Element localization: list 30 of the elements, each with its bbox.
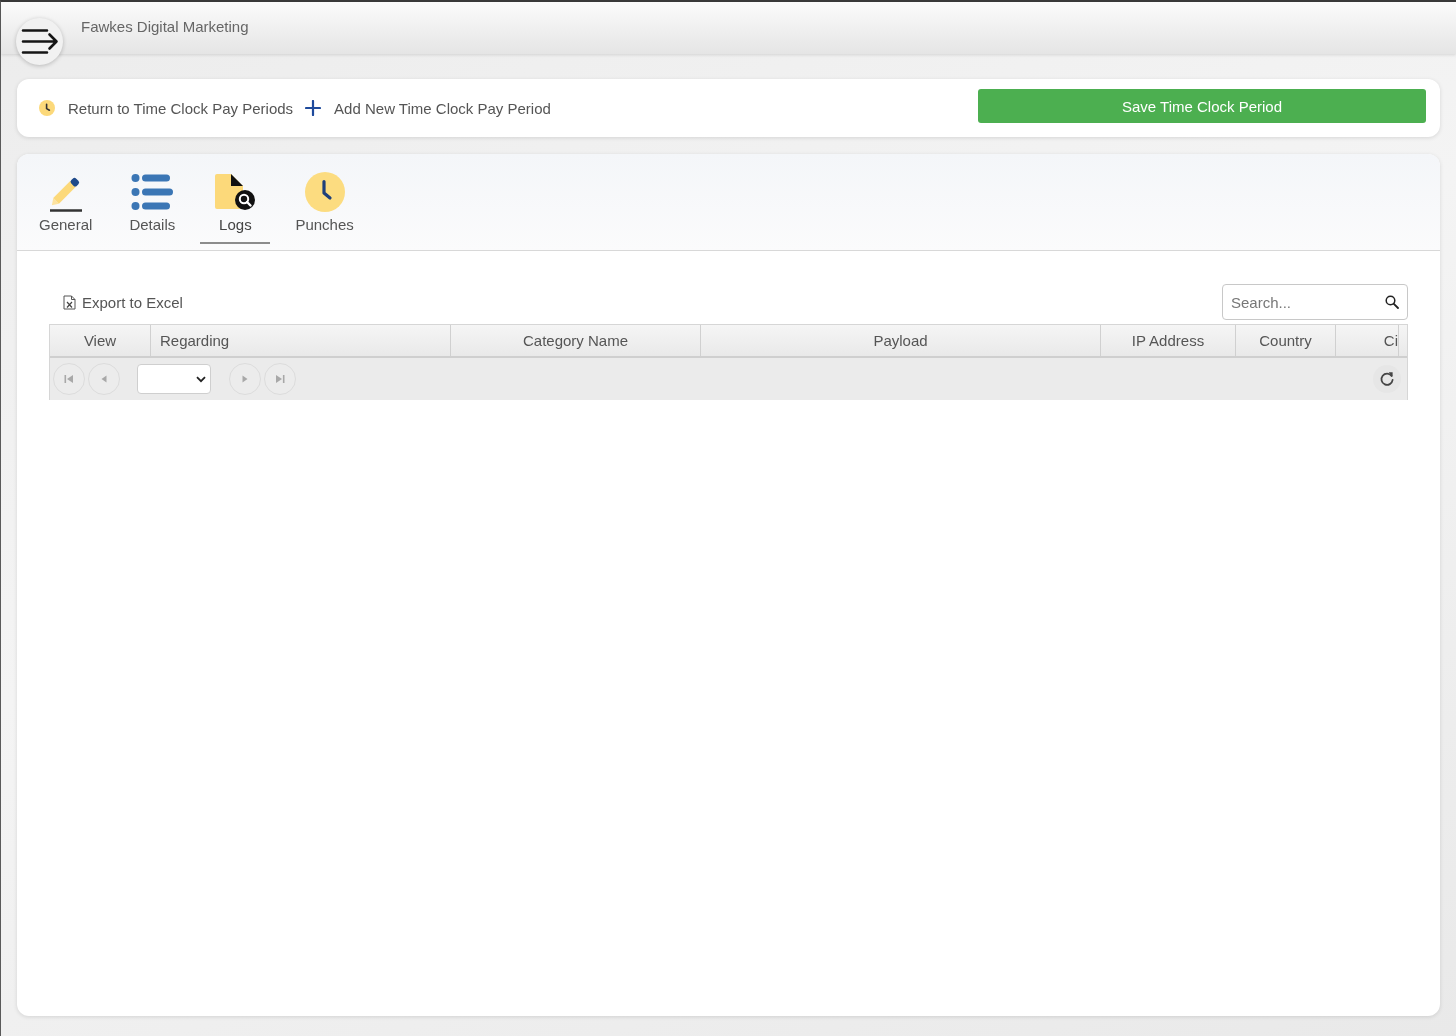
tab[interactable]: General [27, 172, 105, 244]
file-x-icon [63, 294, 76, 310]
tab[interactable]: Details [117, 172, 188, 244]
tab[interactable]: Punches [283, 172, 366, 244]
return-link[interactable]: Return to Time Clock Pay Periods [39, 99, 294, 117]
export-button[interactable]: Export to Excel [63, 293, 183, 311]
file-search-icon [214, 172, 257, 212]
column-header[interactable]: Ci [1335, 325, 1398, 356]
company-name: Fawkes Digital Marketing [81, 18, 249, 36]
column-header[interactable]: Regarding [150, 325, 450, 356]
clock-icon [304, 172, 345, 212]
column-header[interactable]: Payload [700, 325, 1100, 356]
tab[interactable]: Logs [200, 172, 271, 244]
column-header[interactable]: View [50, 325, 150, 356]
first-page-icon [63, 373, 75, 385]
refresh-icon [1379, 371, 1395, 387]
page-select[interactable] [137, 364, 211, 394]
plus-icon [305, 100, 322, 116]
refresh-button[interactable] [1373, 365, 1401, 393]
chevron-down-icon [196, 375, 206, 383]
column-header[interactable]: IP Address [1100, 325, 1235, 356]
clock-icon [39, 100, 55, 116]
last-page-icon [274, 373, 286, 385]
list-icon [131, 172, 174, 212]
search-icon [1385, 295, 1399, 309]
column-header[interactable]: Category Name [450, 325, 700, 356]
add-link[interactable]: Add New Time Clock Pay Period [305, 99, 551, 117]
search-field[interactable]: Search... [1222, 284, 1408, 320]
column-header[interactable]: Country [1235, 325, 1335, 356]
menu-icon [20, 28, 59, 55]
